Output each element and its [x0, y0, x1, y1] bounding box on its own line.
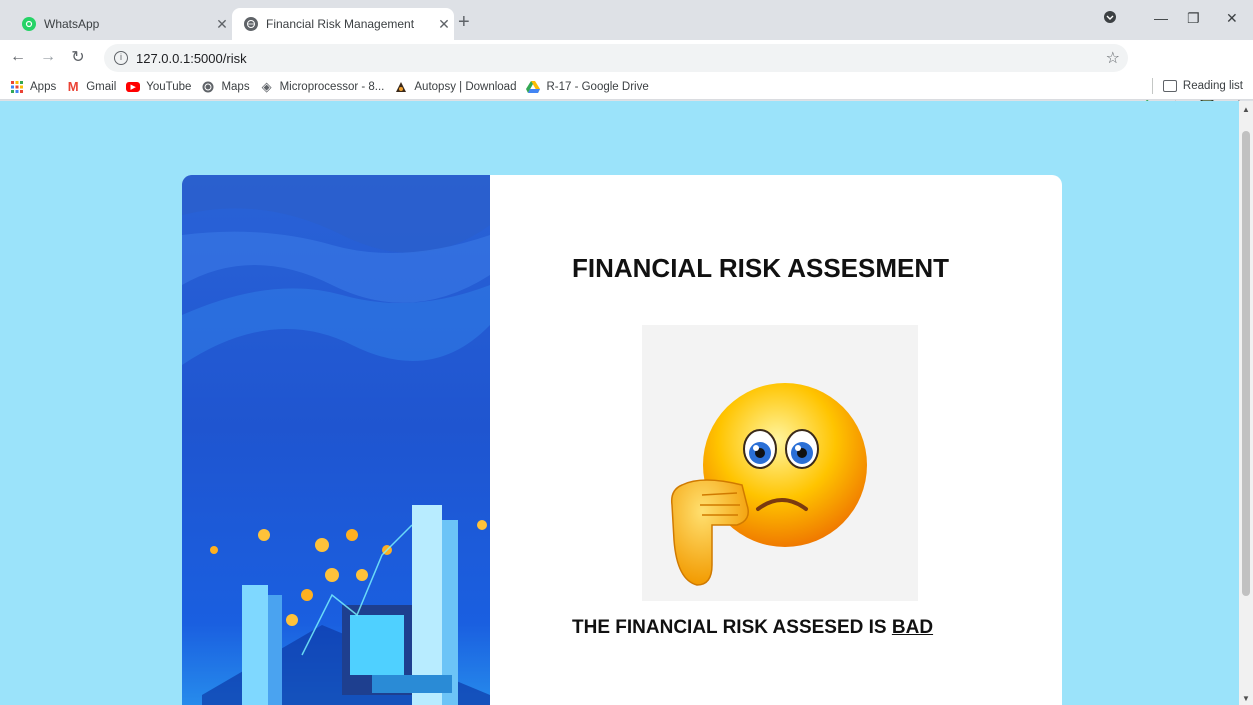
microprocessor-icon: ◈ — [261, 78, 272, 94]
bookmark-microprocessor[interactable]: ◈ Microprocessor - 8... — [260, 78, 385, 94]
bookmark-label: Apps — [30, 80, 57, 93]
browser-toolbar: ← → ↻ i 127.0.0.1:5000/risk ☆ ⛊ ✦ ⋮ — [0, 40, 1253, 104]
reading-list-label: Reading list — [1182, 80, 1243, 92]
tab-strip: WhatsApp ✕ Financial Risk Management ✕ +… — [0, 0, 1253, 40]
tab-financial-risk[interactable]: Financial Risk Management ✕ — [232, 8, 454, 40]
close-tab-icon[interactable]: ✕ — [434, 16, 454, 33]
minimize-icon[interactable]: — — [1154, 10, 1168, 26]
bookmark-label: Maps — [221, 80, 250, 93]
url-text: 127.0.0.1:5000/risk — [136, 50, 247, 66]
close-tab-icon[interactable]: ✕ — [212, 16, 232, 33]
whatsapp-icon — [22, 17, 36, 31]
bookmark-label: Microprocessor - 8... — [279, 80, 385, 93]
bookmark-apps[interactable]: Apps — [10, 80, 56, 94]
page-heading: FINANCIAL RISK ASSESMENT — [572, 253, 950, 283]
forward-icon[interactable]: → — [36, 48, 60, 66]
scroll-up-arrow-icon[interactable]: ▲ — [1242, 105, 1250, 114]
sad-thumbs-down-emoji — [642, 325, 918, 601]
bookmark-label: Autopsy | Download — [414, 80, 517, 93]
bookmark-maps[interactable]: Maps — [201, 80, 250, 94]
bookmark-label: Gmail — [86, 80, 117, 93]
result-card: FINANCIAL RISK ASSESMENT THE FINANCIAL R… — [182, 175, 1062, 705]
reading-list-button[interactable]: Reading list — [1151, 78, 1243, 94]
globe-icon — [244, 17, 258, 31]
decorative-finance-illustration — [182, 175, 490, 705]
restore-icon[interactable]: ❐ — [1187, 10, 1200, 27]
close-window-icon[interactable]: ✕ — [1226, 10, 1238, 27]
bookmarks-bar: Apps M Gmail ▶ YouTube Maps ◈ Microproce… — [0, 74, 1253, 100]
site-info-icon[interactable]: i — [114, 51, 128, 65]
new-tab-icon[interactable]: + — [458, 12, 470, 32]
apps-grid-icon — [10, 80, 24, 94]
reload-icon[interactable]: ↻ — [66, 47, 90, 67]
back-icon[interactable]: ← — [6, 48, 30, 66]
globe-icon — [201, 80, 215, 94]
tab-title: Financial Risk Management — [266, 17, 415, 31]
tab-whatsapp[interactable]: WhatsApp ✕ — [10, 8, 232, 40]
bookmark-label: R-17 - Google Drive — [546, 80, 649, 93]
profile-menu-icon[interactable] — [1103, 10, 1117, 27]
youtube-icon: ▶ — [126, 81, 141, 92]
bookmark-youtube[interactable]: ▶ YouTube — [126, 81, 191, 93]
autopsy-icon — [394, 80, 408, 94]
vertical-scrollbar[interactable]: ▲ ▼ — [1239, 101, 1253, 705]
bookmark-star-icon[interactable]: ☆ — [1106, 48, 1120, 68]
risk-result-value: BAD — [891, 617, 934, 638]
page-viewport: FINANCIAL RISK ASSESMENT THE FINANCIAL R… — [0, 101, 1253, 705]
scroll-down-arrow-icon[interactable]: ▼ — [1242, 694, 1250, 703]
bookmark-autopsy[interactable]: Autopsy | Download — [394, 80, 516, 94]
reading-list-icon — [1162, 80, 1177, 92]
google-drive-icon — [526, 80, 541, 94]
tab-title: WhatsApp — [44, 17, 100, 31]
bookmark-label: YouTube — [146, 80, 192, 93]
bookmark-google-drive[interactable]: R-17 - Google Drive — [526, 80, 649, 94]
bookmark-gmail[interactable]: M Gmail — [66, 79, 117, 94]
risk-result-text: THE FINANCIAL RISK ASSESED IS BAD — [572, 617, 933, 639]
divider — [1151, 78, 1153, 94]
address-bar[interactable]: i 127.0.0.1:5000/risk ☆ — [104, 44, 1128, 72]
result-prefix: THE FINANCIAL RISK ASSESED IS — [572, 617, 887, 638]
gmail-icon: M — [67, 79, 79, 94]
scrollbar-thumb[interactable] — [1242, 131, 1250, 596]
